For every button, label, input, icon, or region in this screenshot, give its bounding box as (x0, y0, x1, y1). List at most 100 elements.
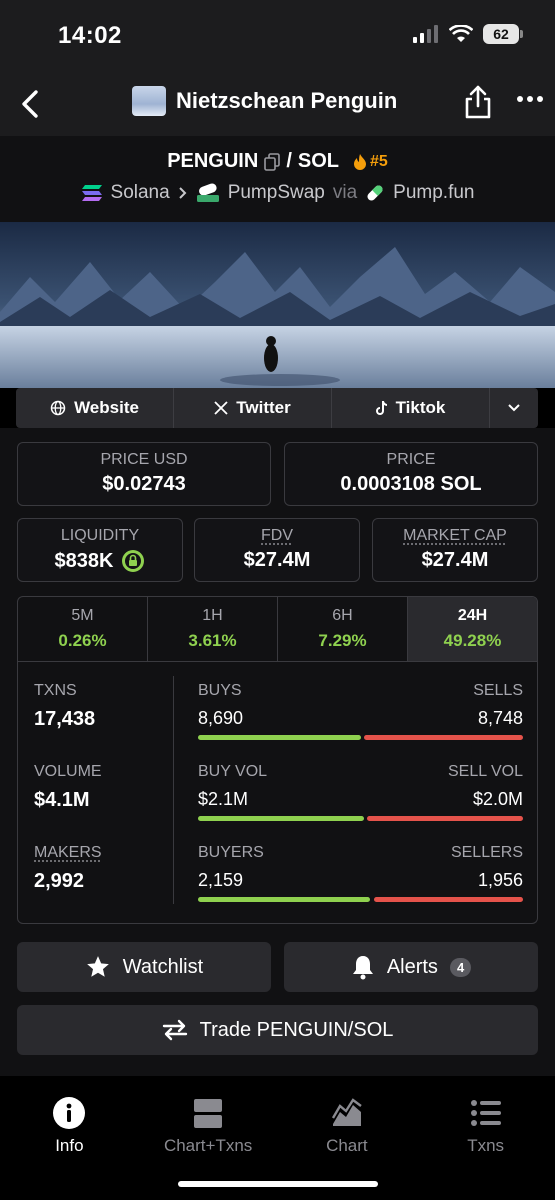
price-usd-card: PRICE USD $0.02743 (17, 442, 271, 506)
token-info-panel: PRICE USD $0.02743 PRICE 0.0003108 SOL L… (0, 428, 555, 1076)
more-links-button[interactable] (490, 388, 538, 428)
tab-txns-label: Txns (467, 1136, 505, 1155)
fdv-card: FDV $27.4M (194, 518, 360, 582)
share-icon[interactable] (462, 84, 494, 120)
makers-label: MAKERS (34, 844, 102, 861)
watchlist-button[interactable]: Watchlist (17, 942, 271, 992)
info-icon (53, 1097, 86, 1129)
sellers-value: 1,956 (477, 870, 523, 890)
change-period: 1H (202, 607, 223, 624)
status-bar: 14:02 62 (0, 0, 555, 74)
makers-stat: MAKERS 2,992 (34, 844, 102, 893)
battery-indicator: 62 (483, 24, 523, 44)
change-value: 3.61% (188, 631, 237, 650)
chevron-right-icon (178, 187, 187, 199)
sell-bar-segment (363, 735, 523, 740)
swap-arrows-icon (162, 1019, 187, 1041)
price-change-tabs: 5M 0.26% 1H 3.61% 6H 7.29% 24H 49.28% (17, 596, 538, 662)
buyers-value: 2,159 (198, 870, 244, 890)
solana-icon (81, 185, 102, 201)
txns-value: 17,438 (34, 708, 96, 730)
liquidity-value-row: $838K (18, 549, 182, 573)
sell-vol-label: SELL VOL (447, 763, 523, 780)
change-value: 49.28% (443, 631, 502, 650)
launchpad-name[interactable]: Pump.fun (393, 182, 474, 204)
token-banner-image (0, 222, 555, 388)
liquidity-value: $838K (54, 549, 114, 572)
tab-24h[interactable]: 24H 49.28% (408, 597, 537, 661)
website-link[interactable]: Website (16, 388, 174, 428)
txns-stat: TXNS 17,438 (34, 682, 95, 731)
change-value: 0.26% (58, 631, 107, 650)
nav-title-text: Nietzschean Penguin (176, 88, 398, 113)
txns-label: TXNS (34, 682, 77, 699)
star-icon (86, 956, 109, 977)
status-icons: 62 (413, 24, 523, 44)
copy-icon[interactable] (264, 152, 281, 171)
tiktok-label: Tiktok (395, 398, 446, 417)
tab-1h[interactable]: 1H 3.61% (148, 597, 278, 661)
alerts-count-badge: 4 (449, 957, 472, 977)
tab-chart-label: Chart (326, 1136, 368, 1155)
market-cap-label: MARKET CAP (403, 527, 507, 544)
social-links: Website Twitter Tiktok (16, 388, 538, 428)
x-logo-icon (214, 401, 228, 415)
twitter-link[interactable]: Twitter (174, 388, 332, 428)
tab-5m[interactable]: 5M 0.26% (18, 597, 148, 661)
trade-label: Trade PENGUIN/SOL (199, 1018, 394, 1041)
buy-bar-segment (198, 735, 361, 740)
trade-button[interactable]: Trade PENGUIN/SOL (17, 1005, 538, 1055)
tiktok-link[interactable]: Tiktok (332, 388, 490, 428)
buys-label: BUYS (198, 682, 242, 699)
pair-separator: / (286, 150, 292, 172)
buys-sells-ratio-bar (198, 735, 523, 740)
change-period: 5M (71, 607, 94, 624)
sell-vol-value: $2.0M (472, 789, 523, 809)
pill-icon (367, 185, 383, 201)
lock-icon[interactable] (121, 549, 145, 573)
chain-name[interactable]: Solana (111, 182, 170, 204)
market-cap-card: MARKET CAP $27.4M (372, 518, 538, 582)
trading-stats: TXNS 17,438 VOLUME $4.1M MAKERS 2,992 BU… (17, 662, 538, 924)
status-time: 14:02 (58, 22, 122, 49)
buy-bar-segment (198, 816, 364, 821)
bell-icon (352, 956, 373, 980)
buy-vol-value: $2.1M (198, 789, 249, 809)
rank-value: #5 (370, 152, 388, 170)
tab-info[interactable]: Info (0, 1076, 139, 1200)
area-chart-icon (331, 1098, 362, 1126)
cellular-signal-icon (413, 25, 438, 43)
token-avatar (132, 86, 166, 116)
buy-sell-volume-stat: BUY VOL SELL VOL $2.1M $2.0M (198, 763, 523, 821)
tab-txns[interactable]: Txns (416, 1076, 555, 1200)
nav-bar: Nietzschean Penguin (0, 74, 555, 136)
change-value: 7.29% (318, 631, 367, 650)
change-period: 6H (332, 607, 353, 624)
split-view-icon (194, 1099, 223, 1128)
liquidity-card: LIQUIDITY $838K (17, 518, 183, 582)
stats-divider (173, 676, 174, 904)
trending-rank[interactable]: #5 (353, 153, 388, 171)
tab-6h[interactable]: 6H 7.29% (278, 597, 408, 661)
sellers-label: SELLERS (450, 844, 523, 861)
chain-line: Solana PumpSwap via Pump.fun (0, 182, 555, 204)
market-cap-value: $27.4M (421, 549, 489, 571)
price-usd-value: $0.02743 (102, 473, 186, 495)
alerts-label: Alerts (386, 955, 438, 978)
via-label: via (332, 182, 358, 203)
base-symbol: PENGUIN (167, 150, 259, 172)
list-icon (470, 1100, 501, 1126)
price-usd-label: PRICE USD (100, 451, 188, 468)
more-options-icon[interactable] (516, 94, 544, 104)
volume-stat: VOLUME $4.1M (34, 763, 102, 812)
makers-value: 2,992 (34, 870, 85, 892)
back-chevron-icon[interactable] (16, 86, 46, 122)
sell-bar-segment (367, 816, 523, 821)
fdv-label: FDV (261, 527, 293, 544)
alerts-button[interactable]: Alerts 4 (284, 942, 538, 992)
tiktok-icon (375, 400, 387, 415)
buyers-sellers-stat: BUYERS SELLERS 2,159 1,956 (198, 844, 523, 902)
fdv-value: $27.4M (243, 549, 311, 571)
dex-name[interactable]: PumpSwap (228, 182, 325, 204)
buy-vol-label: BUY VOL (198, 763, 268, 780)
